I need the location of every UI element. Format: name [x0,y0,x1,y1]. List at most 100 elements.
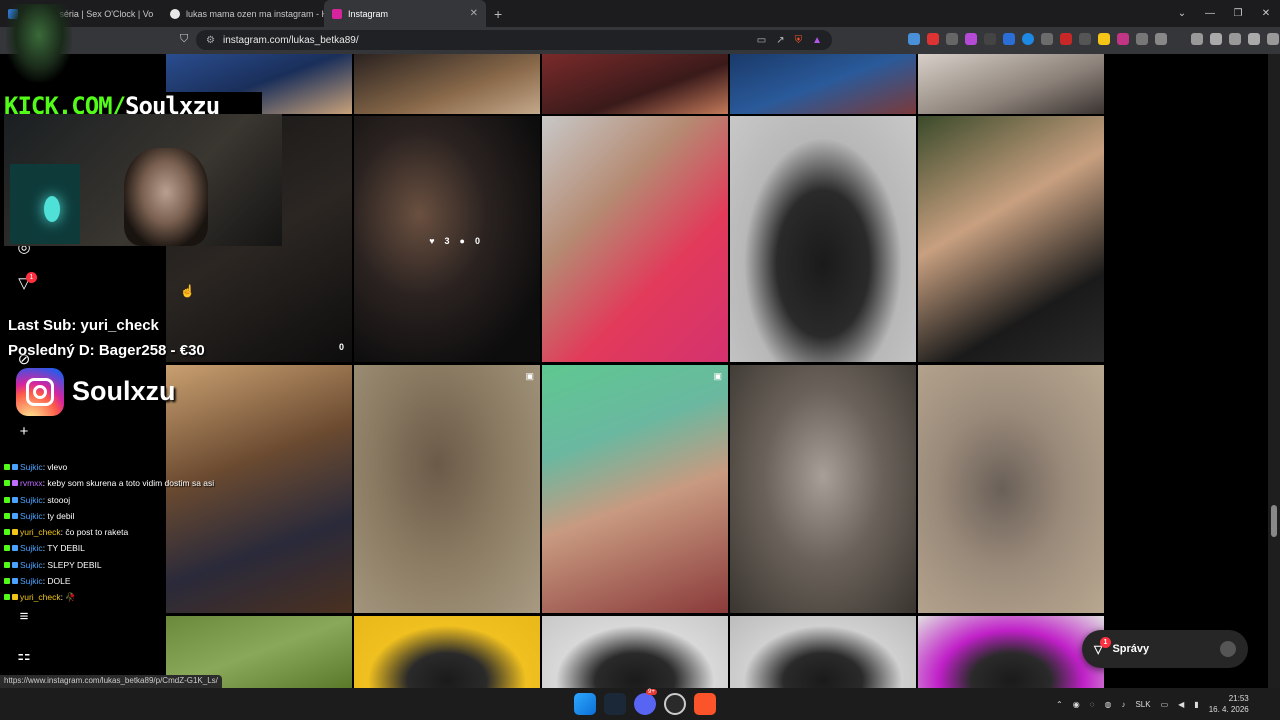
chat-message: Sujkic: vlevo [4,459,304,475]
post-thumbnail[interactable] [730,616,916,688]
leo-ai-icon[interactable] [1248,33,1260,45]
obs-icon[interactable] [664,693,686,715]
sub-badge-icon [12,512,18,519]
extension-icon[interactable] [1022,33,1034,45]
date: 16. 4. 2026 [1208,705,1249,714]
microphone-icon[interactable]: ♪ [1121,700,1125,709]
brave-shield-icon[interactable]: ⛨ [795,35,803,46]
bookmark-icon[interactable]: ⛉ [180,33,188,46]
post-thumbnail[interactable] [542,116,728,362]
comment-count: 0 [474,236,480,246]
post-thumbnail[interactable] [918,116,1104,362]
chevron-up-icon[interactable]: ⌃ [1056,700,1063,709]
post-thumbnail[interactable]: ♥ 3 ● 0 [354,116,540,362]
post-thumbnail[interactable] [918,365,1104,613]
windows-start-icon[interactable] [574,693,596,715]
tab-search-icon[interactable]: ⌄ [1168,8,1196,19]
chat-text: : SLEPY DEBIL [42,559,102,570]
sub-badge-icon [12,545,18,552]
sidebar-icon[interactable] [1210,33,1222,45]
wallet-icon[interactable] [1229,33,1241,45]
extension-icon[interactable] [1041,33,1053,45]
post-thumbnail[interactable] [918,616,1104,688]
chat-text: : 🥀 [60,592,76,603]
kick-badge-icon [4,496,10,503]
tab-instagram[interactable]: Instagram ✕ [324,0,486,27]
battery-icon[interactable]: ▮ [1194,700,1198,709]
site-info-icon[interactable]: ⚙ [206,35,215,46]
extension-icon[interactable] [1098,33,1110,45]
close-window-button[interactable]: ✕ [1252,8,1280,19]
kick-badge-icon [4,561,10,568]
google-icon [170,8,180,19]
extension-icon[interactable] [1079,33,1091,45]
messenger-icon: ▽ 1 [1094,636,1111,656]
steam-icon[interactable] [604,693,626,715]
brave-icon[interactable] [694,693,716,715]
chat-username: Sujkic [20,462,43,472]
adblock-icon[interactable] [927,33,939,45]
chat-username: Sujkic [20,559,43,570]
sub-badge-icon [12,529,18,536]
notification-badge: 9+ [646,689,657,695]
post-thumbnail[interactable] [542,616,728,688]
minimize-button[interactable]: — [1196,8,1224,19]
tab-google-search[interactable]: lukas mama ozen ma instagram - H… [162,0,324,27]
messages-button[interactable]: ▽ 1 Správy [1082,630,1248,668]
cast-icon[interactable]: ▭ [757,35,766,46]
chat-message: Sujkic: SLEPY DEBIL [4,557,304,573]
menu-icon[interactable]: ≡ [14,608,34,628]
puzzle-icon[interactable] [1136,33,1148,45]
scrollbar-thumb[interactable] [1271,505,1277,537]
extension-icon[interactable] [908,33,920,45]
volume-icon[interactable]: ◀ [1178,700,1184,709]
chat-text: : čo post to raketa [60,527,129,538]
music-icon[interactable] [1191,33,1203,45]
post-thumbnail[interactable] [354,616,540,688]
post-thumbnail[interactable]: ▣ [354,365,540,613]
share-icon[interactable]: ↗ [776,35,784,46]
extension-icon[interactable] [1060,33,1072,45]
maximize-button[interactable]: ❐ [1224,8,1252,19]
extension-icon[interactable] [984,33,996,45]
post-thumbnail[interactable] [542,54,728,114]
comment-count: 0 [338,342,344,352]
create-icon[interactable]: + [14,423,34,443]
chat-message: rvmxx: keby som skurena a toto vidim dos… [4,475,304,491]
extension-icon[interactable] [965,33,977,45]
instagram-logo-icon [16,368,64,416]
kick-badge-icon [4,545,10,552]
chat-username: yuri_check [20,527,61,538]
stream-alerts: Last Sub: yuri_check Posledný D: Bager25… [8,313,205,363]
extension-icon[interactable] [1003,33,1015,45]
language-indicator[interactable]: SLK [1135,700,1150,709]
tray-icon[interactable]: ◌ [1090,700,1095,709]
vpn-icon[interactable] [1267,33,1279,45]
more-apps-icon[interactable]: ⚏ [14,646,34,666]
post-thumbnail[interactable] [730,365,916,613]
scrollbar[interactable] [1268,54,1280,688]
clock[interactable]: 21:53 16. 4. 2026 [1209,693,1249,715]
network-icon[interactable]: ◍ [1104,700,1111,709]
new-tab-button[interactable]: + [486,6,510,22]
extension-icon[interactable] [1155,33,1167,45]
chat-text: : stoooj [42,494,71,505]
extension-icon[interactable] [946,33,958,45]
url-text: instagram.com/lukas_betka89/ [222,34,359,46]
post-thumbnail[interactable] [730,116,916,362]
kick-badge-icon [4,529,10,536]
extension-icon[interactable] [1117,33,1129,45]
brave-rewards-icon[interactable]: ▲ [812,35,822,46]
display-icon[interactable]: ▭ [1161,700,1169,709]
post-thumbnail[interactable] [354,54,540,114]
discord-tray-icon[interactable]: ◉ [1073,700,1080,709]
post-thumbnail[interactable] [730,54,916,114]
comment-icon: ● [459,236,465,246]
close-tab-icon[interactable]: ✕ [470,8,478,19]
discord-icon[interactable]: 9+ [634,689,657,715]
webcam-feed [4,114,282,246]
post-thumbnail[interactable]: ▣ [542,365,728,613]
post-thumbnail[interactable] [918,54,1104,114]
chat-username: yuri_check [20,592,61,603]
address-bar[interactable]: ⚙ instagram.com/lukas_betka89/ ▭ ↗ ⛨ ▲ [196,30,832,50]
